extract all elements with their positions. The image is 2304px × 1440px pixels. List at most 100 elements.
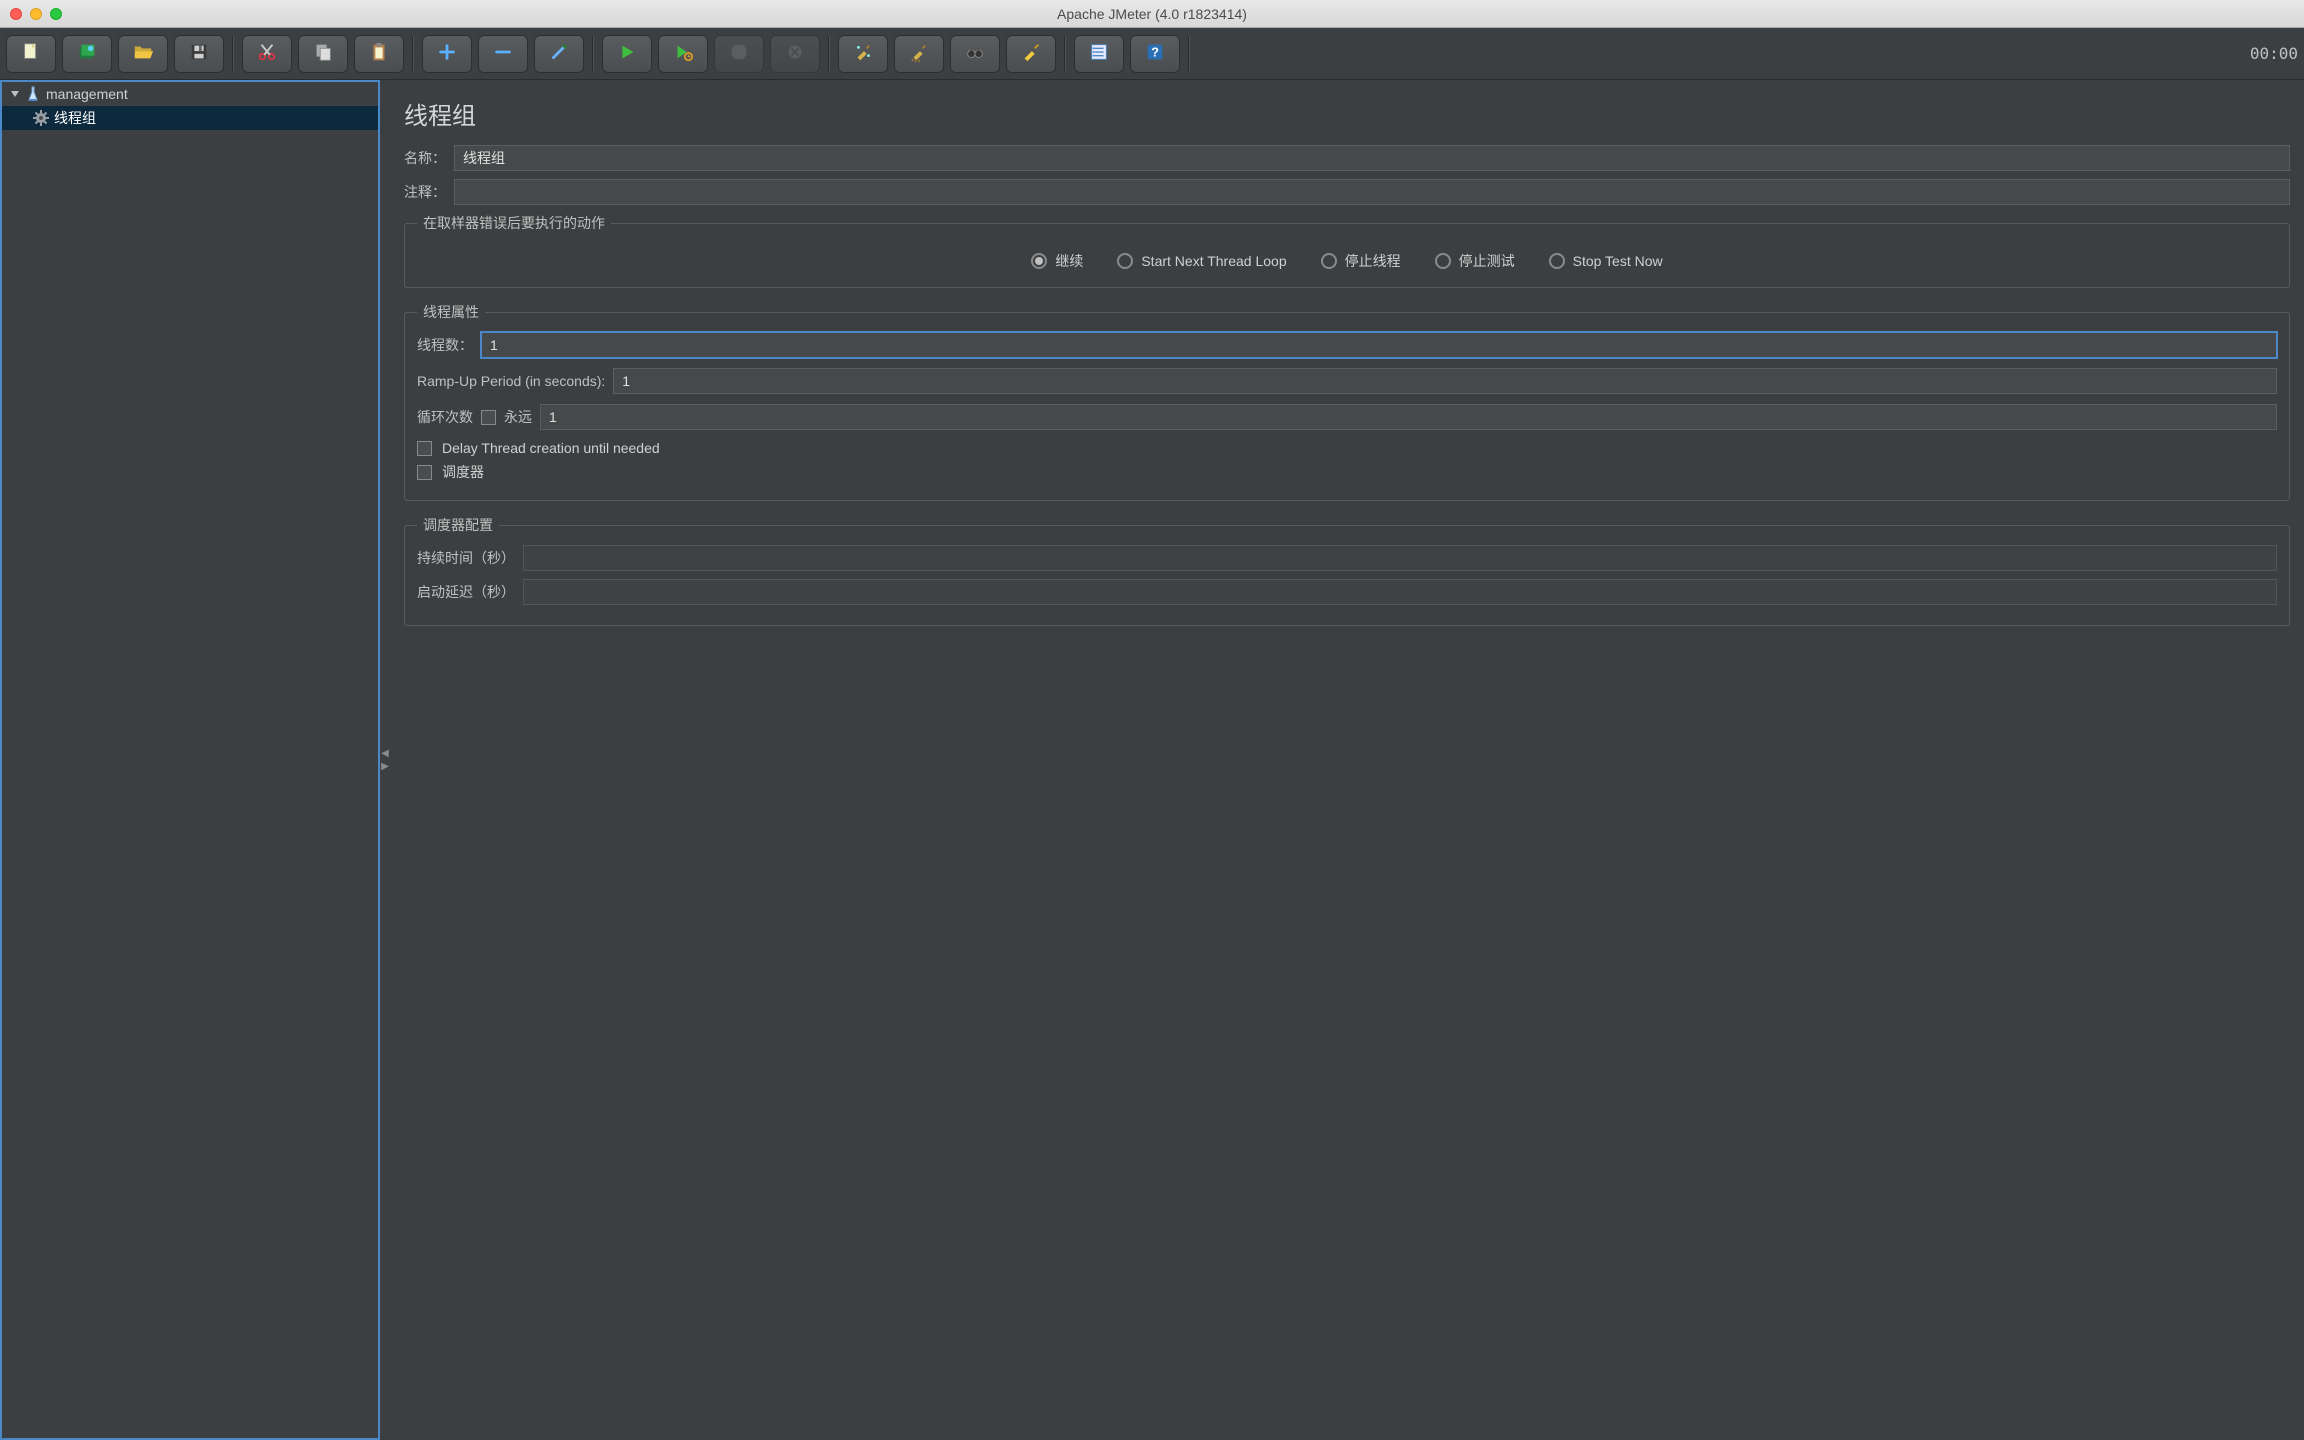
radio-icon — [1031, 253, 1047, 269]
radio-stop-test-now[interactable]: Stop Test Now — [1549, 251, 1663, 271]
loop-input[interactable] — [540, 404, 2277, 430]
chevron-right-icon: ▶ — [381, 761, 389, 772]
toggle-button[interactable] — [534, 35, 584, 73]
radio-label: 停止线程 — [1345, 251, 1401, 271]
window-zoom-button[interactable] — [50, 8, 62, 20]
scheduler-checkbox[interactable] — [417, 465, 432, 480]
search-button[interactable] — [950, 35, 1000, 73]
toolbar-separator — [828, 37, 830, 71]
file-new-icon — [20, 41, 42, 66]
delay-thread-label: Delay Thread creation until needed — [442, 440, 660, 456]
tree-node-label: 线程组 — [54, 108, 96, 128]
copy-button[interactable] — [298, 35, 348, 73]
toolbar-separator — [1188, 37, 1190, 71]
thread-props-group: 线程属性 线程数： Ramp-Up Period (in seconds): 循… — [404, 302, 2290, 501]
elapsed-timer: 00:00 — [2250, 44, 2298, 63]
radio-icon — [1117, 253, 1133, 269]
radio-start-next[interactable]: Start Next Thread Loop — [1117, 251, 1286, 271]
loop-label: 循环次数 — [417, 407, 473, 427]
delay-thread-checkbox[interactable] — [417, 441, 432, 456]
help-button[interactable]: ? — [1130, 35, 1180, 73]
disclosure-triangle-icon[interactable] — [10, 89, 20, 99]
broom-yellow-icon — [1020, 41, 1042, 66]
threads-label: 线程数： — [417, 335, 473, 355]
new-button[interactable] — [6, 35, 56, 73]
chevron-left-icon: ◀ — [381, 748, 389, 759]
open-button[interactable] — [118, 35, 168, 73]
gear-icon — [32, 109, 50, 127]
scheduler-legend: 调度器配置 — [417, 515, 499, 535]
start-no-pause-button[interactable] — [658, 35, 708, 73]
radio-label: Start Next Thread Loop — [1141, 253, 1286, 269]
radio-continue[interactable]: 继续 — [1031, 251, 1083, 271]
window-minimize-button[interactable] — [30, 8, 42, 20]
thread-props-legend: 线程属性 — [417, 302, 485, 322]
name-input[interactable] — [454, 145, 2290, 171]
error-action-group: 在取样器错误后要执行的动作 继续 Start Next Thread Loop … — [404, 213, 2290, 288]
stop-icon — [728, 41, 750, 66]
minus-icon — [492, 41, 514, 66]
binoculars-icon — [964, 41, 986, 66]
toolbar-separator — [412, 37, 414, 71]
duration-label: 持续时间（秒） — [417, 548, 515, 568]
stop-button[interactable] — [714, 35, 764, 73]
window-close-button[interactable] — [10, 8, 22, 20]
radio-stop-thread[interactable]: 停止线程 — [1321, 251, 1401, 271]
split-handle[interactable]: ◀ ▶ — [380, 80, 390, 1440]
scheduler-group: 调度器配置 持续时间（秒） 启动延迟（秒） — [404, 515, 2290, 626]
radio-label: 停止测试 — [1459, 251, 1515, 271]
toolbar: ? 00:00 — [0, 28, 2304, 80]
shutdown-button[interactable] — [770, 35, 820, 73]
forever-checkbox[interactable] — [481, 410, 496, 425]
plus-icon — [436, 41, 458, 66]
clear-button[interactable] — [838, 35, 888, 73]
ramp-label: Ramp-Up Period (in seconds): — [417, 373, 605, 389]
save-icon — [188, 41, 210, 66]
clipboard-icon — [368, 41, 390, 66]
ramp-input[interactable] — [613, 368, 2277, 394]
save-button[interactable] — [174, 35, 224, 73]
tree-node-thread-group[interactable]: 线程组 — [2, 106, 378, 130]
wand-icon — [548, 41, 570, 66]
titlebar: Apache JMeter (4.0 r1823414) — [0, 0, 2304, 28]
cut-button[interactable] — [242, 35, 292, 73]
test-plan-icon — [24, 85, 42, 103]
start-button[interactable] — [602, 35, 652, 73]
window-title: Apache JMeter (4.0 r1823414) — [0, 6, 2304, 22]
folder-open-icon — [132, 41, 154, 66]
scissors-icon — [256, 41, 278, 66]
test-plan-tree[interactable]: management 线程组 — [0, 80, 380, 1440]
play-timed-icon — [672, 41, 694, 66]
threads-input[interactable] — [481, 332, 2277, 358]
name-label: 名称： — [404, 148, 446, 168]
radio-label: 继续 — [1055, 251, 1083, 271]
tree-node-root[interactable]: management — [2, 82, 378, 106]
radio-icon — [1549, 253, 1565, 269]
scheduler-label: 调度器 — [442, 462, 484, 482]
toolbar-separator — [592, 37, 594, 71]
paste-button[interactable] — [354, 35, 404, 73]
comment-input[interactable] — [454, 179, 2290, 205]
toolbar-separator — [232, 37, 234, 71]
forever-label: 永远 — [504, 407, 532, 427]
function-helper-button[interactable] — [1074, 35, 1124, 73]
broom-icon — [908, 41, 930, 66]
play-icon — [616, 41, 638, 66]
help-icon: ? — [1144, 41, 1166, 66]
collapse-all-button[interactable] — [478, 35, 528, 73]
svg-text:?: ? — [1151, 45, 1159, 60]
clear-all-button[interactable] — [894, 35, 944, 73]
duration-input — [523, 545, 2277, 571]
templates-button[interactable] — [62, 35, 112, 73]
toolbar-separator — [1064, 37, 1066, 71]
comment-label: 注释： — [404, 182, 446, 202]
copy-icon — [312, 41, 334, 66]
detail-panel: 线程组 名称： 注释： 在取样器错误后要执行的动作 继续 — [390, 80, 2304, 1440]
reset-search-button[interactable] — [1006, 35, 1056, 73]
startup-delay-input — [523, 579, 2277, 605]
radio-stop-test[interactable]: 停止测试 — [1435, 251, 1515, 271]
radio-icon — [1321, 253, 1337, 269]
expand-all-button[interactable] — [422, 35, 472, 73]
shutdown-icon — [784, 41, 806, 66]
radio-icon — [1435, 253, 1451, 269]
